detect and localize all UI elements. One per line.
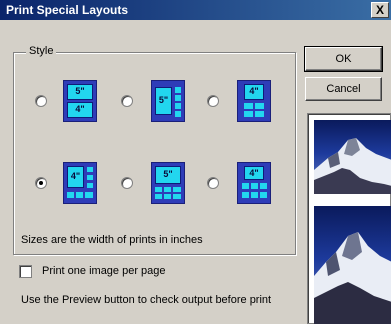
mini-print [175,87,181,93]
print-cell-4in: 4" [67,166,84,188]
print-cell-5in: 5" [67,84,93,100]
mini-print [175,111,181,117]
one-image-per-page-label[interactable]: Print one image per page [42,265,166,277]
mini-print [242,192,249,198]
layout-thumbnail-a[interactable]: 5" 4" [63,80,97,122]
layout-thumbnail-b[interactable]: 5" [151,80,185,122]
print-cell-5in: 5" [155,87,172,115]
mini-print [85,192,93,198]
layout-radio-f[interactable] [207,177,219,189]
mini-print [244,103,253,109]
preview-photo [314,120,391,194]
layout-thumbnail-e[interactable]: 5" [151,162,185,204]
title-bar: Print Special Layouts X [0,0,391,20]
print-cell-4in: 4" [244,166,264,180]
mini-print [260,192,267,198]
mini-print [260,183,267,189]
mini-print [251,183,258,189]
layout-thumbnail-c[interactable]: 4" [237,80,271,122]
mini-print [164,194,171,199]
mini-print [173,187,181,192]
mini-print [255,103,264,109]
mini-print [175,95,181,101]
print-cell-4in: 4" [67,102,93,118]
mini-print [87,183,93,188]
cancel-button[interactable]: Cancel [305,77,382,101]
mini-print [155,194,162,199]
layout-radio-d[interactable] [35,177,47,189]
mini-print [155,187,162,192]
mini-print [87,167,93,172]
mini-print [251,192,258,198]
one-image-per-page-checkbox[interactable] [19,265,32,278]
mini-print [164,187,171,192]
window-title: Print Special Layouts [6,3,129,17]
close-button[interactable]: X [371,2,389,18]
mini-print [67,192,74,198]
print-cell-5in: 5" [155,166,181,184]
preview-hint: Use the Preview button to check output b… [21,294,272,306]
mini-print [244,111,253,117]
mini-print [87,175,93,180]
print-preview [307,113,391,324]
layout-radio-c[interactable] [207,95,219,107]
layout-radio-e[interactable] [121,177,133,189]
layout-thumbnail-d[interactable]: 4" [63,162,97,204]
layout-radio-b[interactable] [121,95,133,107]
mini-print [175,103,181,109]
ok-button[interactable]: OK [304,46,383,72]
preview-photo [314,206,391,324]
mini-print [255,111,264,117]
layout-radio-a[interactable] [35,95,47,107]
mini-print [242,183,249,189]
layout-thumbnail-f[interactable]: 4" [237,162,271,204]
sizes-hint: Sizes are the width of prints in inches [21,234,203,246]
mini-print [76,192,83,198]
print-cell-4in: 4" [244,84,264,100]
style-group-label: Style [26,45,57,57]
mini-print [173,194,181,199]
